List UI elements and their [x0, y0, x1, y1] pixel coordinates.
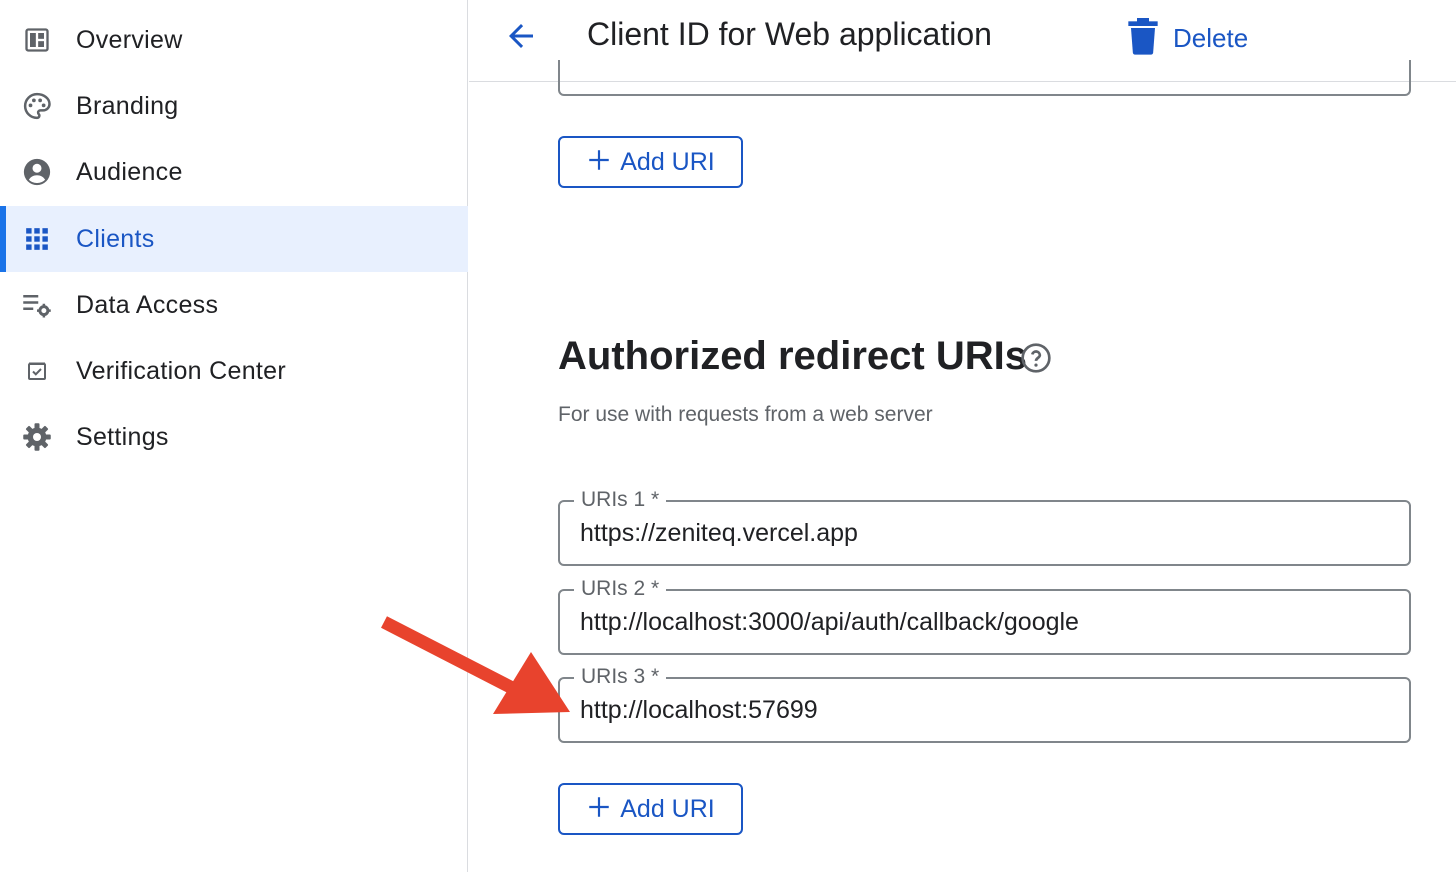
uri-field-2[interactable]: URIs 2 * http://localhost:3000/api/auth/… — [558, 577, 1411, 655]
previous-uri-field[interactable] — [558, 60, 1411, 96]
plus-icon — [586, 794, 612, 825]
section-subtitle: For use with requests from a web server — [558, 403, 933, 426]
add-uri-button-origins[interactable]: Add URI — [558, 136, 743, 188]
checkbox-icon — [22, 356, 52, 386]
add-uri-label: Add URI — [620, 794, 715, 823]
sidebar-item-data-access[interactable]: Data Access — [0, 272, 468, 338]
trash-icon — [1127, 17, 1159, 60]
sidebar-item-label: Audience — [76, 157, 183, 186]
dashboard-icon — [22, 25, 52, 55]
back-button[interactable] — [499, 16, 543, 60]
field-label: URIs 2 * — [574, 577, 667, 601]
gear-icon — [22, 422, 52, 452]
sidebar-item-verification-center[interactable]: Verification Center — [0, 338, 468, 404]
sidebar-item-settings[interactable]: Settings — [0, 404, 468, 470]
sidebar-item-clients[interactable]: Clients — [0, 206, 468, 272]
section-title: Authorized redirect URIs — [558, 334, 1027, 378]
field-value[interactable]: http://localhost:57699 — [580, 696, 818, 725]
delete-label: Delete — [1173, 22, 1249, 53]
uri-field-1[interactable]: URIs 1 * https://zeniteq.vercel.app — [558, 488, 1411, 566]
add-uri-button-redirect[interactable]: Add URI — [558, 783, 743, 835]
list-settings-icon — [22, 290, 52, 320]
field-value[interactable]: https://zeniteq.vercel.app — [580, 519, 858, 548]
sidebar-item-label: Overview — [76, 25, 183, 54]
page-title: Client ID for Web application — [587, 16, 992, 52]
sidebar-item-label: Branding — [76, 91, 179, 120]
arrow-back-icon — [503, 18, 539, 59]
field-label: URIs 3 * — [574, 665, 667, 689]
add-uri-label: Add URI — [620, 147, 715, 176]
field-value[interactable]: http://localhost:3000/api/auth/callback/… — [580, 608, 1079, 637]
sidebar-item-label: Settings — [76, 422, 169, 451]
sidebar-item-label: Clients — [76, 224, 155, 253]
sidebar-item-label: Data Access — [76, 290, 219, 319]
sidebar-item-branding[interactable]: Branding — [0, 73, 468, 139]
sidebar-item-audience[interactable]: Audience — [0, 139, 468, 205]
plus-icon — [586, 147, 612, 178]
sidebar: Overview Branding Audience Clients Data … — [0, 0, 468, 872]
sidebar-item-label: Verification Center — [76, 356, 286, 385]
palette-icon — [22, 91, 52, 121]
apps-grid-icon — [22, 224, 52, 254]
account-circle-icon — [22, 157, 52, 187]
field-label: URIs 1 * — [574, 488, 667, 512]
help-icon[interactable] — [1020, 342, 1052, 374]
delete-button[interactable]: Delete — [1127, 14, 1248, 62]
sidebar-item-overview[interactable]: Overview — [0, 7, 468, 73]
uri-field-3[interactable]: URIs 3 * http://localhost:57699 — [558, 665, 1411, 743]
